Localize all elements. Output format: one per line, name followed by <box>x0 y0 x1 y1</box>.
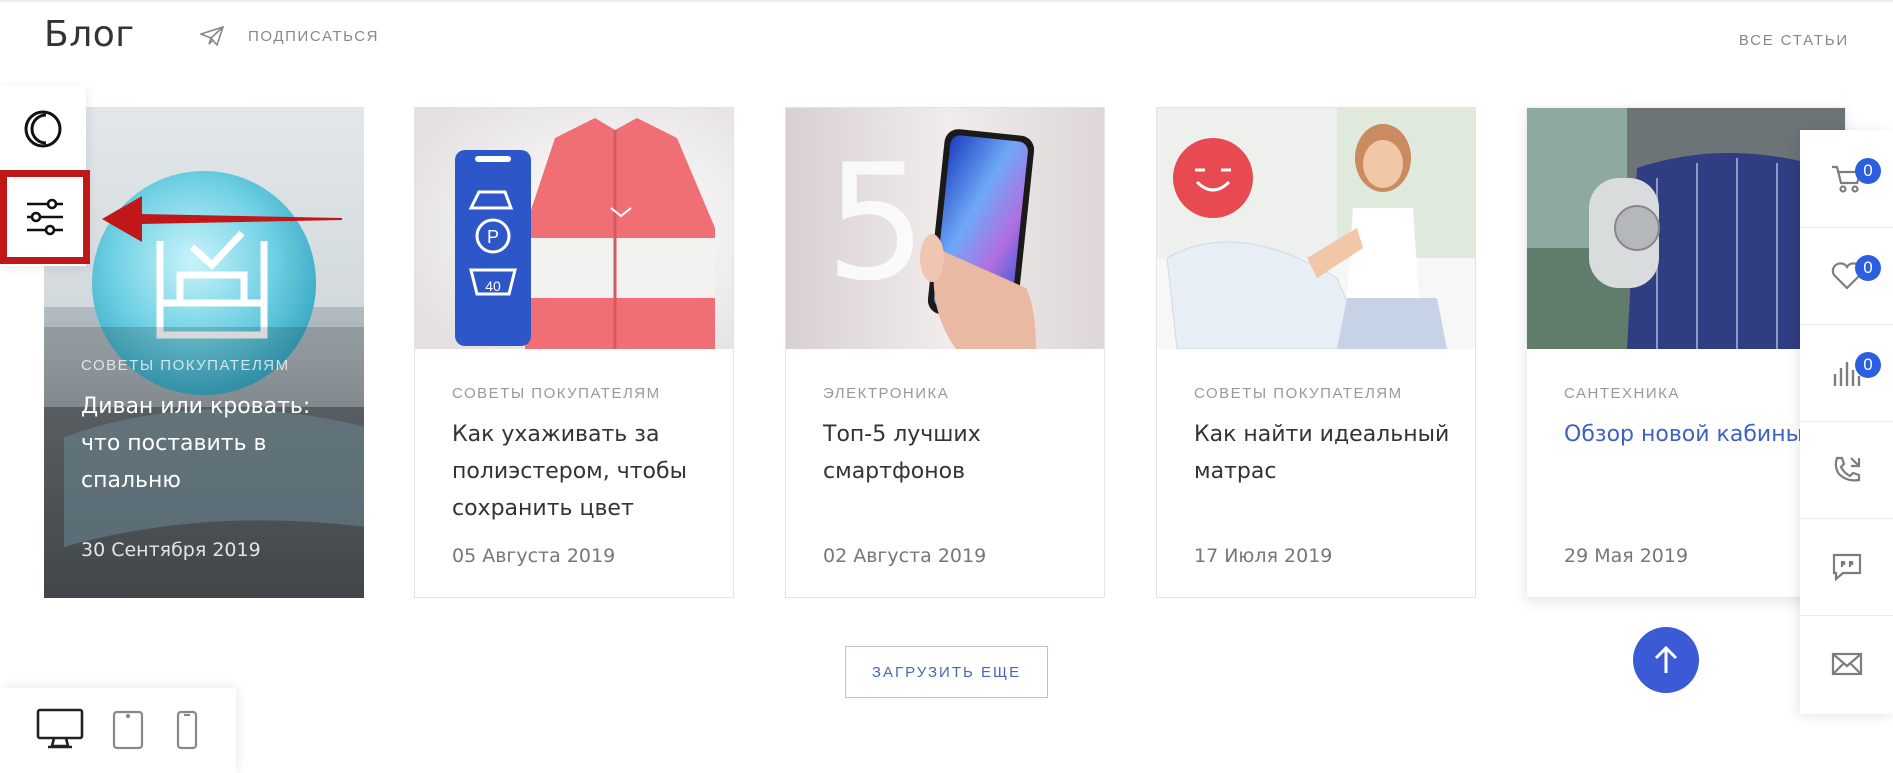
cart-badge: 0 <box>1855 158 1881 184</box>
card-body: ЭЛЕКТРОНИКА Топ-5 лучших смартфонов <box>823 385 1084 490</box>
card-category: ЭЛЕКТРОНИКА <box>823 385 950 402</box>
page-title: Блог <box>44 14 135 55</box>
blog-card[interactable]: САНТЕХНИКА Обзор новой кабины для душа и… <box>1526 107 1846 598</box>
card-body: САНТЕХНИКА Обзор новой кабины для душа и… <box>1564 385 1845 453</box>
mail-button[interactable] <box>1800 615 1893 712</box>
card-date: 17 Июля 2019 <box>1194 545 1333 567</box>
phone-callback-icon <box>1834 456 1860 481</box>
card-date: 29 Мая 2019 <box>1564 545 1689 567</box>
subscribe-label: ПОДПИСАТЬСЯ <box>248 27 380 45</box>
arrow-up-icon <box>1654 645 1678 673</box>
card-image-jacket: P 40 <box>415 108 733 349</box>
card-title[interactable]: Диван или кровать: что поставить в спаль… <box>81 388 344 499</box>
card-date: 05 Августа 2019 <box>452 545 616 567</box>
card-title[interactable]: Топ-5 лучших смартфонов <box>823 416 1084 490</box>
scroll-top-button[interactable] <box>1633 627 1699 693</box>
paper-plane-icon <box>200 26 224 46</box>
load-more-button[interactable]: ЗАГРУЗИТЬ ЕЩЕ <box>845 646 1048 698</box>
mobile-icon[interactable] <box>176 710 198 750</box>
card-category: СОВЕТЫ ПОКУПАТЕЛЯМ <box>452 385 661 402</box>
reviews-button[interactable] <box>1800 518 1893 616</box>
all-articles-link[interactable]: ВСЕ СТАТЬИ <box>1739 32 1849 49</box>
card-category: САНТЕХНИКА <box>1564 385 1680 402</box>
blog-card[interactable]: P 40 СОВЕТЫ ПОКУПАТЕЛЯМ Как ухаживать за… <box>414 107 734 598</box>
cart-button[interactable]: 0 <box>1800 130 1893 228</box>
card-category: СОВЕТЫ ПОКУПАТЕЛЯМ <box>81 357 290 374</box>
sliders-icon <box>27 198 63 236</box>
subscribe-button[interactable]: ПОДПИСАТЬСЯ <box>200 26 379 46</box>
chat-quote-icon <box>1832 553 1861 581</box>
theme-toggle-button[interactable] <box>20 106 66 152</box>
blog-card[interactable]: СОВЕТЫ ПОКУПАТЕЛЯМ Диван или кровать: чт… <box>44 107 364 598</box>
card-body: СОВЕТЫ ПОКУПАТЕЛЯМ Диван или кровать: чт… <box>81 357 344 499</box>
mail-icon <box>1831 652 1862 675</box>
card-image-mattress <box>1157 108 1475 349</box>
card-date: 02 Августа 2019 <box>823 545 987 567</box>
card-image-shower-cabin <box>1527 108 1845 349</box>
theme-icon <box>24 110 62 148</box>
blog-card[interactable]: 5 ЭЛЕКТРОНИКА Топ-5 лучших смартфонов 02… <box>785 107 1105 598</box>
blog-card[interactable]: СОВЕТЫ ПОКУПАТЕЛЯМ Как найти идеальный м… <box>1156 107 1476 598</box>
card-date: 30 Сентября 2019 <box>81 539 261 561</box>
card-body: СОВЕТЫ ПОКУПАТЕЛЯМ Как ухаживать за поли… <box>452 385 713 527</box>
card-category: СОВЕТЫ ПОКУПАТЕЛЯМ <box>1194 385 1403 402</box>
favorites-badge: 0 <box>1855 255 1881 281</box>
top-divider <box>0 0 1893 2</box>
card-title[interactable]: Как ухаживать за полиэстером, чтобы сохр… <box>452 416 713 527</box>
annotation-arrow <box>102 196 342 242</box>
compare-badge: 0 <box>1855 352 1881 378</box>
device-switcher <box>0 688 236 773</box>
card-image-smartphone: 5 <box>786 108 1104 349</box>
care-wash-temp: 40 <box>485 278 501 294</box>
callback-button[interactable] <box>1800 421 1893 519</box>
card-title[interactable]: Как найти идеальный матрас <box>1194 416 1455 490</box>
tablet-icon[interactable] <box>112 710 144 750</box>
desktop-icon[interactable] <box>36 708 84 750</box>
image-big-number: 5 <box>825 129 927 316</box>
care-parking-letter: P <box>487 227 499 247</box>
compare-button[interactable]: 0 <box>1800 324 1893 422</box>
favorites-button[interactable]: 0 <box>1800 227 1893 325</box>
card-body: СОВЕТЫ ПОКУПАТЕЛЯМ Как найти идеальный м… <box>1194 385 1455 490</box>
card-title[interactable]: Обзор новой кабины для душа или зачем ну… <box>1564 416 1845 453</box>
settings-button[interactable] <box>0 170 90 264</box>
card-image-bedroom <box>44 107 364 598</box>
right-tools-panel: 0 0 0 <box>1800 130 1893 714</box>
